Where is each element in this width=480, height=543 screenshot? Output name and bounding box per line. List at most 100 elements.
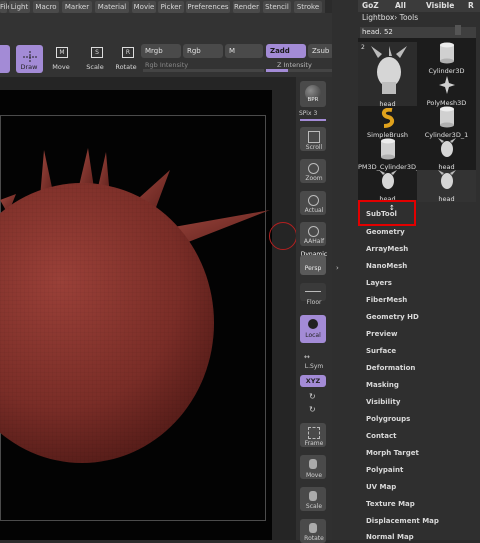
mouse-cursor-icon: ↕ (389, 204, 395, 212)
current-tool-name: head. (362, 28, 382, 36)
tool-thumb-simplebrush[interactable]: SimpleBrush (358, 106, 417, 139)
rgb-button[interactable]: Rgb (183, 44, 223, 58)
tool-name-head-4: head (438, 195, 455, 203)
tool-thumb-head-2[interactable]: head (417, 138, 476, 171)
floor-label: Floor (306, 299, 322, 306)
z-intensity-slider[interactable]: Z Intensity (277, 61, 312, 69)
zsub-button[interactable]: Zsub (308, 44, 334, 58)
contact-menu[interactable]: Contact (366, 432, 397, 440)
persp-button[interactable]: Persp (300, 255, 326, 275)
sphere-model[interactable] (0, 140, 296, 470)
local-label: Local (305, 332, 321, 339)
polypaint-menu[interactable]: Polypaint (366, 466, 403, 474)
r-button[interactable]: R (468, 0, 474, 11)
z-intensity-fill (266, 69, 288, 72)
scale-view-icon (309, 491, 317, 501)
scroll-icon (308, 131, 320, 143)
tool-thumb-head-4[interactable]: head (417, 170, 476, 203)
frame-label: Frame (304, 440, 324, 447)
menu-movie[interactable]: Movie (132, 1, 156, 13)
arraymesh-menu[interactable]: ArrayMesh (366, 245, 408, 253)
mrgb-button[interactable]: Mrgb (141, 44, 181, 58)
spix-value: 3 (313, 110, 318, 117)
rgb-intensity-slider[interactable]: Rgb Intensity (145, 61, 188, 69)
head-mesh-icon (438, 170, 456, 189)
move-icon: M (56, 47, 68, 58)
tool-thumb-cylinder3d[interactable]: Cylinder3D (417, 42, 476, 75)
geometry-hd-menu[interactable]: Geometry HD (366, 313, 419, 321)
move-label: Move (52, 63, 70, 71)
menu-marker[interactable]: Marker (62, 1, 92, 13)
rotate-z-icon[interactable]: ↻ (309, 405, 316, 414)
edit-button[interactable] (0, 45, 10, 73)
tool-thumb-pm3d-cylinder3d[interactable]: PM3D_Cylinder3D_ (358, 138, 417, 171)
menu-picker[interactable]: Picker (158, 1, 184, 13)
geometry-menu[interactable]: Geometry (366, 228, 405, 236)
menu-stencil[interactable]: Stencil (263, 1, 291, 13)
panel-splitter[interactable]: › (336, 232, 344, 532)
right-shelf: BPR SPix 3 Scroll Zoom Actual AAHalf Dyn… (296, 77, 332, 543)
scale-label: Scale (86, 63, 104, 71)
tool-thumb-cylinder3d-1[interactable]: Cylinder3D_1 (417, 106, 476, 139)
fibermesh-menu[interactable]: FiberMesh (366, 296, 407, 304)
zoom-icon (308, 163, 319, 174)
visible-button[interactable]: Visible (426, 0, 454, 11)
draw-icon (23, 51, 37, 63)
zadd-button[interactable]: Zadd (266, 44, 306, 58)
rgb-intensity-track[interactable] (143, 69, 264, 72)
tool-grid: 2 head Cylinder3D PolyMesh3D SimpleBrush (358, 38, 476, 203)
deformation-menu[interactable]: Deformation (366, 364, 415, 372)
layers-menu[interactable]: Layers (366, 279, 392, 287)
draw-label: Draw (20, 63, 38, 71)
surface-menu[interactable]: Surface (366, 347, 396, 355)
scale-view-label: Scale (305, 503, 323, 510)
tool-thumb-polymesh3d[interactable]: PolyMesh3D (417, 74, 476, 107)
texture-map-menu[interactable]: Texture Map (366, 500, 415, 508)
tool-thumb-head[interactable]: 2 head (358, 42, 417, 108)
menu-render[interactable]: Render (233, 1, 260, 13)
polygroups-menu[interactable]: Polygroups (366, 415, 410, 423)
morph-target-menu[interactable]: Morph Target (366, 449, 419, 457)
local-button[interactable]: Local (300, 315, 326, 343)
tool-slider-handle[interactable] (455, 25, 461, 35)
expand-arrow-icon: › (336, 264, 339, 272)
scale-button[interactable]: S (89, 47, 103, 59)
actual-label: Actual (304, 207, 324, 214)
rotate-view-label: Rotate (304, 535, 324, 542)
xyz-button[interactable]: XYZ (300, 375, 326, 387)
bpr-button[interactable]: BPR (300, 81, 326, 107)
aahalf-icon (308, 226, 319, 237)
head-mesh-icon (371, 46, 407, 94)
draw-button[interactable]: Draw (16, 45, 43, 73)
move-button[interactable]: M (54, 47, 68, 59)
tool-thumb-head-3[interactable]: head (358, 170, 417, 203)
menu-material[interactable]: Material (95, 1, 129, 13)
zoom-label: Zoom (305, 175, 323, 182)
menu-light[interactable]: Light (9, 1, 30, 13)
lsym-button[interactable]: L.Sym (296, 363, 332, 370)
current-tool-value: 52 (383, 28, 393, 36)
head-mesh-icon (379, 170, 397, 189)
preview-menu[interactable]: Preview (366, 330, 398, 338)
m-button[interactable]: M (225, 44, 263, 58)
menu-preferences[interactable]: Preferences (186, 1, 230, 13)
menu-macro[interactable]: Macro (33, 1, 59, 13)
nanomesh-menu[interactable]: NanoMesh (366, 262, 407, 270)
spix-track (300, 119, 326, 121)
aahalf-label: AAHalf (303, 238, 325, 245)
displacement-map-menu[interactable]: Displacement Map (366, 517, 439, 525)
goz-button[interactable]: GoZ (362, 0, 379, 11)
rotate-icon: R (122, 47, 134, 58)
menu-file[interactable]: File (0, 1, 12, 13)
rotate-y-icon[interactable]: ↻ (309, 392, 316, 401)
visibility-menu[interactable]: Visibility (366, 398, 400, 406)
spix-slider[interactable]: SPix 3 (299, 110, 329, 117)
tool-count-badge: 2 (361, 44, 365, 51)
uv-map-menu[interactable]: UV Map (366, 483, 396, 491)
lightbox-tools-title[interactable]: Lightbox› Tools (362, 13, 418, 22)
menu-stroke[interactable]: Stroke (294, 1, 322, 13)
all-button[interactable]: All (395, 0, 406, 11)
spix-label: SPix (299, 110, 312, 117)
masking-menu[interactable]: Masking (366, 381, 399, 389)
rotate-button[interactable]: R (120, 47, 134, 59)
